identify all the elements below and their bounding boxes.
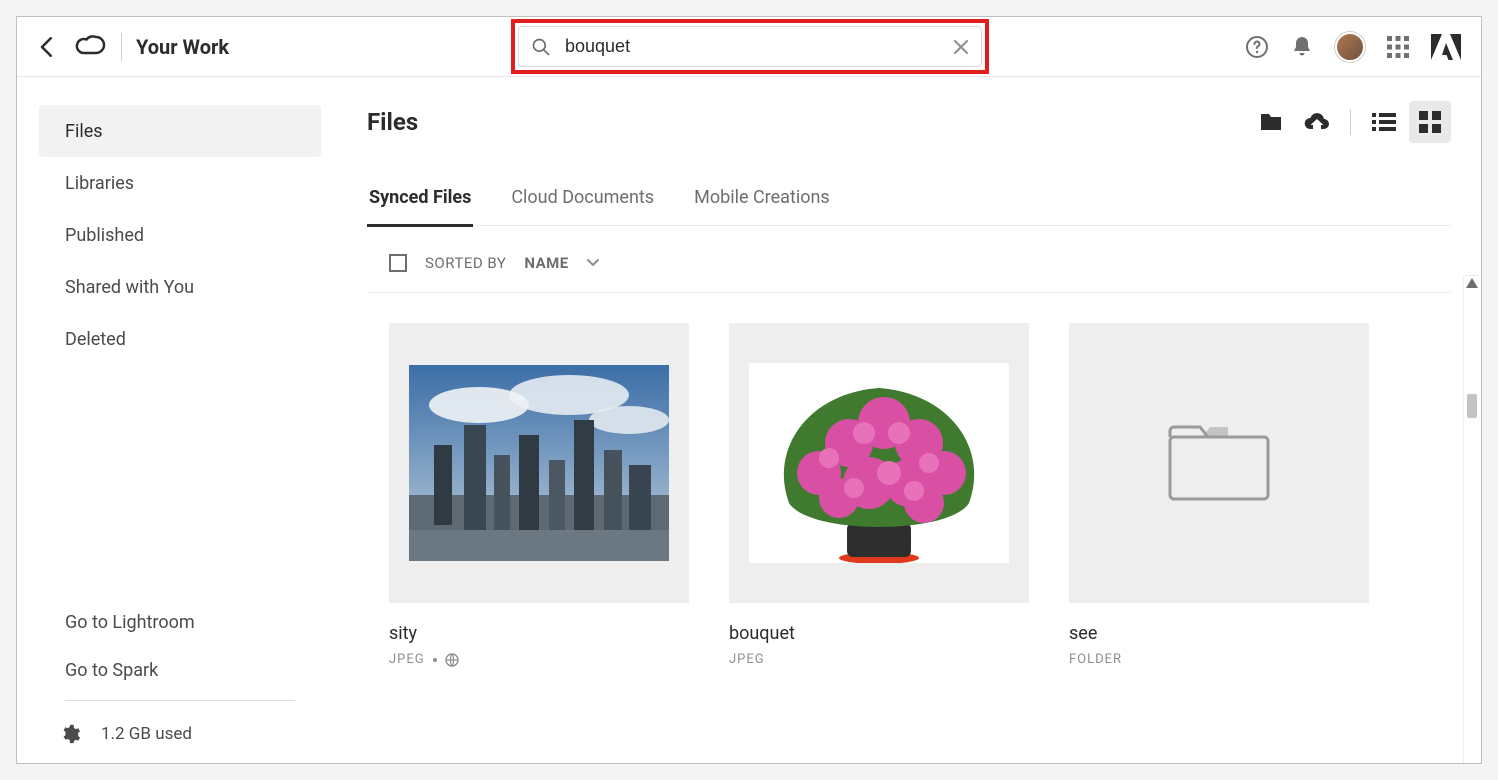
vertical-scrollbar[interactable] bbox=[1463, 275, 1479, 763]
file-name: see bbox=[1069, 623, 1369, 644]
divider bbox=[65, 700, 295, 701]
sidebar-item-published[interactable]: Published bbox=[39, 209, 321, 261]
file-card[interactable]: bouquet JPEG bbox=[729, 323, 1029, 667]
file-type: JPEG bbox=[729, 652, 765, 667]
cloud-upload-icon bbox=[1303, 111, 1331, 133]
sidebar-item-libraries[interactable]: Libraries bbox=[39, 157, 321, 209]
sidebar-item-label: Deleted bbox=[65, 329, 126, 350]
list-view-button[interactable] bbox=[1363, 101, 1405, 143]
clear-search-icon[interactable] bbox=[953, 39, 969, 55]
sidebar-link-spark[interactable]: Go to Spark bbox=[39, 646, 321, 694]
avatar[interactable] bbox=[1335, 32, 1365, 62]
sort-value[interactable]: NAME bbox=[524, 254, 568, 272]
file-card[interactable]: see FOLDER bbox=[1069, 323, 1369, 667]
search-input[interactable] bbox=[563, 35, 953, 58]
help-icon[interactable] bbox=[1245, 35, 1269, 59]
search-highlight bbox=[511, 19, 989, 74]
globe-icon bbox=[445, 653, 459, 667]
file-card[interactable]: sity JPEG bbox=[389, 323, 689, 667]
image-thumbnail bbox=[409, 365, 669, 561]
scroll-up-icon[interactable] bbox=[1466, 278, 1478, 288]
search-icon bbox=[531, 37, 551, 57]
sidebar-link-label: Go to Lightroom bbox=[65, 612, 195, 633]
sort-prefix: SORTED BY bbox=[425, 254, 506, 272]
grid-view-icon bbox=[1419, 111, 1441, 133]
new-folder-button[interactable] bbox=[1250, 101, 1292, 143]
tab-label: Cloud Documents bbox=[511, 187, 654, 208]
sidebar-link-lightroom[interactable]: Go to Lightroom bbox=[39, 598, 321, 646]
tab-label: Mobile Creations bbox=[694, 187, 830, 208]
file-name: sity bbox=[389, 623, 689, 644]
sidebar-item-label: Shared with You bbox=[65, 277, 194, 298]
page-title: Your Work bbox=[136, 35, 229, 59]
back-button[interactable] bbox=[35, 35, 59, 59]
adobe-logo-icon[interactable] bbox=[1431, 34, 1461, 60]
scrollbar-thumb[interactable] bbox=[1467, 394, 1477, 418]
sidebar-item-shared[interactable]: Shared with You bbox=[39, 261, 321, 313]
upload-button[interactable] bbox=[1296, 101, 1338, 143]
section-title: Files bbox=[367, 108, 418, 136]
list-view-icon bbox=[1372, 113, 1396, 131]
image-thumbnail bbox=[749, 363, 1009, 563]
grid-view-button[interactable] bbox=[1409, 101, 1451, 143]
folder-icon bbox=[1259, 112, 1283, 132]
sidebar-item-files[interactable]: Files bbox=[39, 105, 321, 157]
folder-icon bbox=[1164, 419, 1274, 507]
gear-icon[interactable] bbox=[59, 723, 81, 745]
sidebar-item-label: Libraries bbox=[65, 173, 134, 194]
sidebar-item-label: Published bbox=[65, 225, 144, 246]
divider bbox=[1350, 109, 1351, 135]
chevron-down-icon[interactable] bbox=[587, 259, 599, 267]
file-thumbnail[interactable] bbox=[389, 323, 689, 603]
divider bbox=[121, 33, 122, 61]
storage-label: 1.2 GB used bbox=[101, 724, 192, 744]
sidebar-link-label: Go to Spark bbox=[65, 660, 158, 681]
file-thumbnail[interactable] bbox=[729, 323, 1029, 603]
bell-icon[interactable] bbox=[1291, 35, 1313, 59]
file-type: JPEG bbox=[389, 652, 425, 667]
file-thumbnail[interactable] bbox=[1069, 323, 1369, 603]
apps-grid-icon[interactable] bbox=[1387, 36, 1409, 58]
tab-cloud-documents[interactable]: Cloud Documents bbox=[509, 187, 656, 225]
file-name: bouquet bbox=[729, 623, 1029, 644]
tab-mobile-creations[interactable]: Mobile Creations bbox=[692, 187, 832, 225]
select-all-checkbox[interactable] bbox=[389, 254, 407, 272]
tab-synced-files[interactable]: Synced Files bbox=[367, 187, 473, 227]
separator-dot bbox=[433, 658, 437, 662]
creative-cloud-icon bbox=[73, 34, 107, 60]
sidebar-item-label: Files bbox=[65, 121, 103, 142]
tab-label: Synced Files bbox=[369, 187, 471, 208]
file-type: FOLDER bbox=[1069, 652, 1122, 667]
sidebar-item-deleted[interactable]: Deleted bbox=[39, 313, 321, 365]
